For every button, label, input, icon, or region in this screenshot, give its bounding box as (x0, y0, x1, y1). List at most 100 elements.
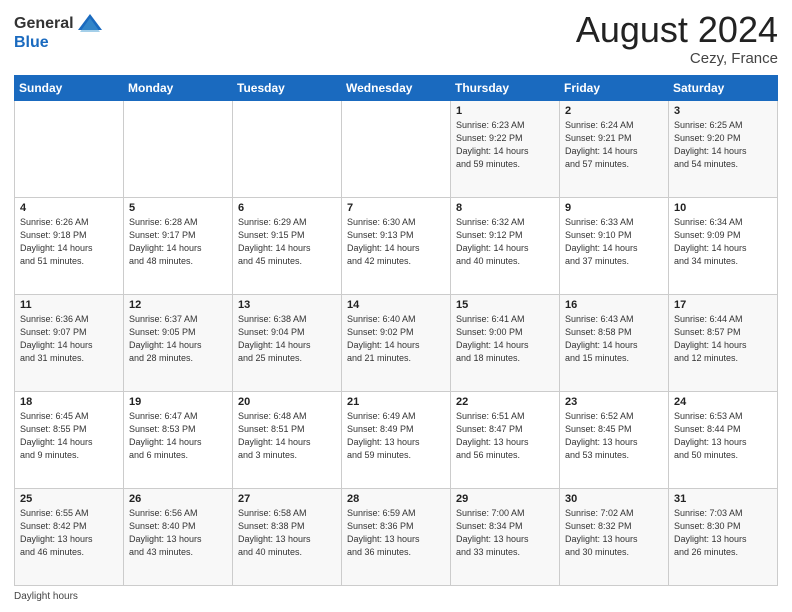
day-cell: 20 Sunrise: 6:48 AMSunset: 8:51 PMDayligh… (233, 391, 342, 488)
day-info: Sunrise: 6:56 AMSunset: 8:40 PMDaylight:… (129, 507, 227, 559)
week-row-1: 1 Sunrise: 6:23 AMSunset: 9:22 PMDaylight… (15, 100, 778, 197)
day-number: 31 (674, 493, 772, 505)
day-cell: 4 Sunrise: 6:26 AMSunset: 9:18 PMDaylight… (15, 197, 124, 294)
logo: General Blue (14, 10, 104, 52)
day-info: Sunrise: 6:58 AMSunset: 8:38 PMDaylight:… (238, 507, 336, 559)
day-info: Sunrise: 6:38 AMSunset: 9:04 PMDaylight:… (238, 313, 336, 365)
day-number: 16 (565, 299, 663, 311)
location: Cezy, France (576, 50, 778, 67)
day-cell: 28 Sunrise: 6:59 AMSunset: 8:36 PMDayligh… (342, 488, 451, 585)
day-info: Sunrise: 6:36 AMSunset: 9:07 PMDaylight:… (20, 313, 118, 365)
day-number: 14 (347, 299, 445, 311)
day-cell: 25 Sunrise: 6:55 AMSunset: 8:42 PMDayligh… (15, 488, 124, 585)
title-block: August 2024 Cezy, France (576, 10, 778, 67)
week-row-3: 11 Sunrise: 6:36 AMSunset: 9:07 PMDayligh… (15, 294, 778, 391)
day-number: 24 (674, 396, 772, 408)
day-number: 9 (565, 202, 663, 214)
day-info: Sunrise: 6:29 AMSunset: 9:15 PMDaylight:… (238, 216, 336, 268)
calendar-table: SundayMondayTuesdayWednesdayThursdayFrid… (14, 75, 778, 586)
day-number: 27 (238, 493, 336, 505)
day-cell: 31 Sunrise: 7:03 AMSunset: 8:30 PMDayligh… (669, 488, 778, 585)
day-cell: 17Sunrise: 6:44 AMSunset: 8:57 PMDayligh… (669, 294, 778, 391)
weekday-header-row: SundayMondayTuesdayWednesdayThursdayFrid… (15, 75, 778, 100)
day-number: 15 (456, 299, 554, 311)
day-cell: 18Sunrise: 6:45 AMSunset: 8:55 PMDayligh… (15, 391, 124, 488)
day-number: 28 (347, 493, 445, 505)
day-cell: 27 Sunrise: 6:58 AMSunset: 8:38 PMDayligh… (233, 488, 342, 585)
day-number: 12 (129, 299, 227, 311)
day-cell: 11 Sunrise: 6:36 AMSunset: 9:07 PMDayligh… (15, 294, 124, 391)
day-number: 25 (20, 493, 118, 505)
day-number: 7 (347, 202, 445, 214)
day-cell: 8 Sunrise: 6:32 AMSunset: 9:12 PMDaylight… (451, 197, 560, 294)
weekday-header-sunday: Sunday (15, 75, 124, 100)
day-number: 13 (238, 299, 336, 311)
day-cell: 15Sunrise: 6:41 AMSunset: 9:00 PMDayligh… (451, 294, 560, 391)
day-cell: 19Sunrise: 6:47 AMSunset: 8:53 PMDayligh… (124, 391, 233, 488)
day-cell: 2 Sunrise: 6:24 AMSunset: 9:21 PMDaylight… (560, 100, 669, 197)
footer: Daylight hours (14, 591, 778, 602)
day-number: 22 (456, 396, 554, 408)
day-cell: 12Sunrise: 6:37 AMSunset: 9:05 PMDayligh… (124, 294, 233, 391)
day-number: 21 (347, 396, 445, 408)
day-number: 1 (456, 105, 554, 117)
day-info: Sunrise: 7:02 AMSunset: 8:32 PMDaylight:… (565, 507, 663, 559)
weekday-header-tuesday: Tuesday (233, 75, 342, 100)
day-info: Sunrise: 6:53 AMSunset: 8:44 PMDaylight:… (674, 410, 772, 462)
day-number: 3 (674, 105, 772, 117)
day-info: Sunrise: 6:55 AMSunset: 8:42 PMDaylight:… (20, 507, 118, 559)
day-number: 8 (456, 202, 554, 214)
day-cell: 13 Sunrise: 6:38 AMSunset: 9:04 PMDayligh… (233, 294, 342, 391)
day-info: Sunrise: 6:28 AMSunset: 9:17 PMDaylight:… (129, 216, 227, 268)
day-info: Sunrise: 6:52 AMSunset: 8:45 PMDaylight:… (565, 410, 663, 462)
day-cell: 30 Sunrise: 7:02 AMSunset: 8:32 PMDayligh… (560, 488, 669, 585)
day-cell: 26Sunrise: 6:56 AMSunset: 8:40 PMDayligh… (124, 488, 233, 585)
day-info: Sunrise: 6:49 AMSunset: 8:49 PMDaylight:… (347, 410, 445, 462)
day-number: 2 (565, 105, 663, 117)
day-info: Sunrise: 6:23 AMSunset: 9:22 PMDaylight:… (456, 119, 554, 171)
day-number: 18 (20, 396, 118, 408)
day-number: 17 (674, 299, 772, 311)
day-number: 30 (565, 493, 663, 505)
day-info: Sunrise: 6:26 AMSunset: 9:18 PMDaylight:… (20, 216, 118, 268)
day-cell: 23Sunrise: 6:52 AMSunset: 8:45 PMDayligh… (560, 391, 669, 488)
day-number: 10 (674, 202, 772, 214)
day-number: 20 (238, 396, 336, 408)
day-info: Sunrise: 6:32 AMSunset: 9:12 PMDaylight:… (456, 216, 554, 268)
daylight-label: Daylight hours (14, 591, 78, 602)
weekday-header-saturday: Saturday (669, 75, 778, 100)
weekday-header-friday: Friday (560, 75, 669, 100)
logo-icon (76, 10, 104, 38)
weekday-header-thursday: Thursday (451, 75, 560, 100)
day-info: Sunrise: 6:24 AMSunset: 9:21 PMDaylight:… (565, 119, 663, 171)
page: General Blue August 2024 Cezy, France Su… (0, 0, 792, 612)
day-cell: 21 Sunrise: 6:49 AMSunset: 8:49 PMDayligh… (342, 391, 451, 488)
day-info: Sunrise: 6:43 AMSunset: 8:58 PMDaylight:… (565, 313, 663, 365)
day-number: 6 (238, 202, 336, 214)
day-info: Sunrise: 6:33 AMSunset: 9:10 PMDaylight:… (565, 216, 663, 268)
day-info: Sunrise: 7:03 AMSunset: 8:30 PMDaylight:… (674, 507, 772, 559)
day-cell: 14Sunrise: 6:40 AMSunset: 9:02 PMDayligh… (342, 294, 451, 391)
logo-general-text: General (14, 15, 74, 33)
day-info: Sunrise: 6:48 AMSunset: 8:51 PMDaylight:… (238, 410, 336, 462)
day-info: Sunrise: 6:25 AMSunset: 9:20 PMDaylight:… (674, 119, 772, 171)
week-row-5: 25 Sunrise: 6:55 AMSunset: 8:42 PMDayligh… (15, 488, 778, 585)
week-row-4: 18Sunrise: 6:45 AMSunset: 8:55 PMDayligh… (15, 391, 778, 488)
day-cell: 16 Sunrise: 6:43 AMSunset: 8:58 PMDayligh… (560, 294, 669, 391)
day-cell: 3 Sunrise: 6:25 AMSunset: 9:20 PMDaylight… (669, 100, 778, 197)
day-info: Sunrise: 6:30 AMSunset: 9:13 PMDaylight:… (347, 216, 445, 268)
day-number: 11 (20, 299, 118, 311)
day-cell: 1 Sunrise: 6:23 AMSunset: 9:22 PMDaylight… (451, 100, 560, 197)
day-number: 19 (129, 396, 227, 408)
month-year: August 2024 (576, 10, 778, 50)
day-cell: 9 Sunrise: 6:33 AMSunset: 9:10 PMDaylight… (560, 197, 669, 294)
day-cell: 24 Sunrise: 6:53 AMSunset: 8:44 PMDayligh… (669, 391, 778, 488)
day-info: Sunrise: 6:59 AMSunset: 8:36 PMDaylight:… (347, 507, 445, 559)
day-cell: 5 Sunrise: 6:28 AMSunset: 9:17 PMDaylight… (124, 197, 233, 294)
day-info: Sunrise: 6:51 AMSunset: 8:47 PMDaylight:… (456, 410, 554, 462)
day-number: 29 (456, 493, 554, 505)
day-number: 4 (20, 202, 118, 214)
day-cell (342, 100, 451, 197)
day-info: Sunrise: 7:00 AMSunset: 8:34 PMDaylight:… (456, 507, 554, 559)
day-number: 5 (129, 202, 227, 214)
